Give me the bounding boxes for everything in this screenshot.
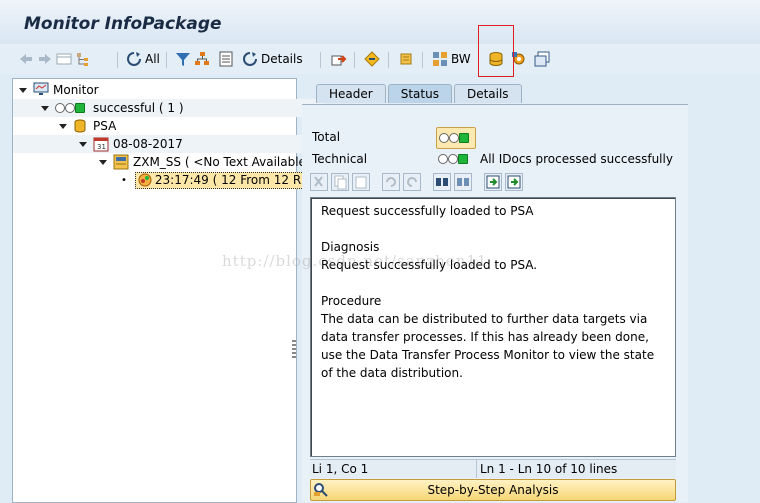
highlight-box <box>478 25 514 77</box>
tab-label: Status <box>400 87 439 101</box>
editor-status-bar: Li 1, Co 1 Ln 1 - Ln 10 of 10 lines <box>310 459 676 478</box>
title-bar: Monitor InfoPackage <box>0 0 760 45</box>
export-text-icon[interactable] <box>505 173 523 191</box>
infopackage-icon <box>113 154 129 170</box>
tree-panel: Monitor successful ( 1 ) PSA 31 08-08-20… <box>12 78 362 503</box>
undo-icon[interactable] <box>382 173 400 191</box>
tree-node-label: 08-08-2017 <box>113 137 183 151</box>
tab-label: Details <box>466 87 509 101</box>
technical-status-text: All IDocs processed successfully <box>480 152 673 166</box>
toolbar: All Details BW <box>0 44 760 74</box>
splitter-handle[interactable] <box>292 340 296 360</box>
technical-label: Technical <box>312 152 368 166</box>
tree-icon[interactable] <box>75 51 91 67</box>
tree-node-psa[interactable]: PSA <box>13 117 342 135</box>
list-icon[interactable] <box>218 51 234 67</box>
tree-node-label: ZXM_SS ( <No Text Available <box>133 155 306 169</box>
tab-label: Header <box>329 87 373 101</box>
step-button-label: Step-by-Step Analysis <box>427 483 559 497</box>
details-button-label[interactable]: Details <box>261 52 303 66</box>
expand-icon[interactable] <box>41 105 49 111</box>
cut-icon[interactable] <box>310 173 328 191</box>
tab-details[interactable]: Details <box>453 84 522 103</box>
tree-node-label: PSA <box>93 119 117 133</box>
find-icon[interactable] <box>433 173 451 191</box>
paste-icon[interactable] <box>352 173 370 191</box>
copy-icon[interactable] <box>331 173 349 191</box>
bullet: • <box>121 174 127 186</box>
export-icon[interactable] <box>331 51 347 67</box>
expand-icon[interactable] <box>19 87 27 93</box>
layout-icon[interactable] <box>56 51 72 67</box>
line-count: Ln 1 - Ln 10 of 10 lines <box>480 462 618 476</box>
step-by-step-analysis-button[interactable]: Step-by-Step Analysis <box>310 479 676 501</box>
total-status-button[interactable] <box>436 127 476 149</box>
message-text-area[interactable]: Request successfully loaded to PSA Diagn… <box>310 197 676 457</box>
calendar-icon: 31 <box>93 136 109 152</box>
message-line-1: Request successfully loaded to PSA <box>321 204 534 218</box>
bw-button-label[interactable]: BW <box>451 52 471 66</box>
import-icon[interactable] <box>484 173 502 191</box>
hierarchy-icon[interactable] <box>194 51 210 67</box>
bw-icon[interactable] <box>432 51 448 67</box>
window-title: Monitor InfoPackage <box>24 14 222 34</box>
scroll-icon[interactable] <box>398 51 414 67</box>
cursor-position: Li 1, Co 1 <box>312 462 369 476</box>
tab-status[interactable]: Status <box>387 84 452 103</box>
watermark: http://blog.csdn.net/sapzhen11 <box>222 252 488 270</box>
traffic-light-icon <box>55 103 85 113</box>
forward-icon[interactable] <box>37 51 53 67</box>
navigate-icon[interactable] <box>364 51 380 67</box>
filter-icon[interactable] <box>175 51 191 67</box>
request-status-icon <box>138 173 152 187</box>
selected-request[interactable]: 23:17:49 ( 12 From 12 R <box>134 171 305 189</box>
tree-node-label: 23:17:49 ( 12 From 12 R <box>154 173 302 187</box>
redo-icon[interactable] <box>403 173 421 191</box>
expand-icon[interactable] <box>59 123 67 129</box>
procedure-text: The data can be distributed to further d… <box>321 312 655 380</box>
expand-icon[interactable] <box>99 159 107 165</box>
expand-icon[interactable] <box>79 141 87 147</box>
traffic-light-icon <box>439 133 469 143</box>
tab-strip: Header Status Details <box>316 84 524 104</box>
tab-header[interactable]: Header <box>316 84 386 103</box>
copy-window-icon[interactable] <box>534 51 550 67</box>
find-next-icon[interactable] <box>454 173 472 191</box>
back-icon[interactable] <box>18 51 34 67</box>
analysis-icon <box>313 482 329 498</box>
tree-node-successful[interactable]: successful ( 1 ) <box>13 99 324 117</box>
total-label: Total <box>312 130 341 144</box>
svg-text:31: 31 <box>97 143 106 151</box>
refresh-all-icon[interactable] <box>126 51 142 67</box>
all-button-label[interactable]: All <box>145 52 160 66</box>
details-icon[interactable] <box>242 51 258 67</box>
text-toolbar <box>310 173 523 193</box>
database-icon <box>73 118 89 134</box>
tree-node-label: successful ( 1 ) <box>93 101 184 115</box>
procedure-heading: Procedure <box>321 294 382 308</box>
monitor-icon <box>33 82 49 98</box>
tree-node-label: Monitor <box>53 83 99 97</box>
tree-node-monitor[interactable]: Monitor <box>13 81 302 99</box>
traffic-light-icon <box>438 154 468 164</box>
